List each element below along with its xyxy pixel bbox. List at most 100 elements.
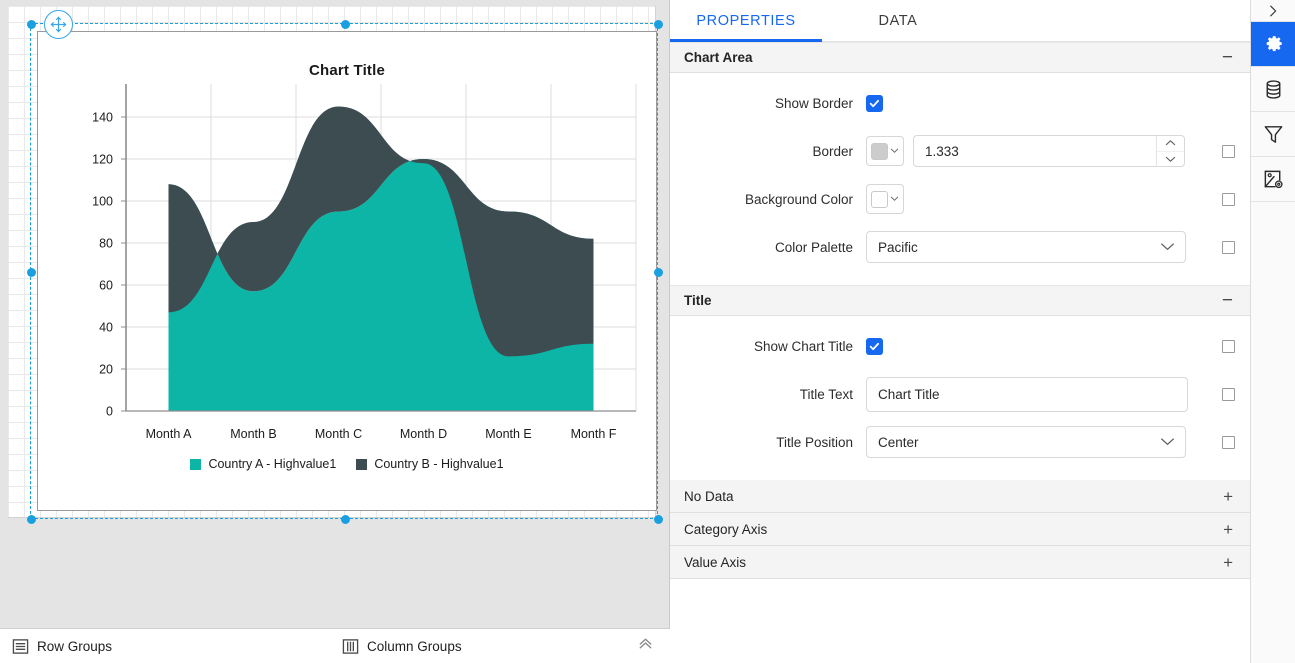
border-expression-checkbox[interactable] bbox=[1221, 144, 1235, 158]
title-text-input[interactable] bbox=[866, 376, 1188, 412]
rail-expand-button[interactable] bbox=[1251, 0, 1295, 22]
svg-text:40: 40 bbox=[99, 321, 113, 335]
move-handle[interactable] bbox=[44, 10, 73, 39]
background-color-picker[interactable] bbox=[866, 184, 904, 214]
double-chevron-up-icon bbox=[639, 638, 652, 649]
column-groups-icon bbox=[342, 638, 359, 654]
resize-handle-top-left[interactable] bbox=[27, 20, 36, 29]
tab-data[interactable]: DATA bbox=[822, 0, 974, 41]
resize-handle-top-center[interactable] bbox=[341, 20, 350, 29]
section-header-chart-area[interactable]: Chart Area − bbox=[670, 42, 1250, 73]
rail-image-settings-button[interactable] bbox=[1251, 157, 1295, 202]
column-groups-label: Column Groups bbox=[367, 638, 462, 654]
svg-text:Month B: Month B bbox=[230, 427, 277, 441]
legend-item[interactable]: Country B - Highvalue1 bbox=[356, 457, 504, 471]
tab-properties[interactable]: PROPERTIES bbox=[670, 0, 822, 42]
chevron-down-icon bbox=[1160, 435, 1175, 450]
svg-text:140: 140 bbox=[92, 111, 113, 125]
legend-item[interactable]: Country A - Highvalue1 bbox=[190, 457, 336, 471]
resize-handle-top-right[interactable] bbox=[654, 20, 663, 29]
title-position-label: Title Position bbox=[776, 434, 853, 450]
column-groups-button[interactable]: Column Groups bbox=[342, 638, 462, 655]
section-collapse-icon[interactable]: − bbox=[1222, 291, 1233, 310]
section-body-title: Show Chart Title Title Text Chart Title … bbox=[670, 316, 1250, 480]
spinner-up-button[interactable] bbox=[1157, 136, 1184, 151]
border-label: Border bbox=[812, 143, 853, 159]
prop-row-color-palette: Color Palette Pacific bbox=[670, 223, 1250, 271]
prop-row-border: Border bbox=[670, 127, 1250, 175]
image-settings-icon bbox=[1264, 170, 1283, 188]
show-chart-title-checkbox[interactable] bbox=[866, 337, 883, 355]
border-width-field[interactable] bbox=[913, 135, 1185, 167]
svg-text:120: 120 bbox=[92, 153, 113, 167]
section-title: Chart Area bbox=[684, 50, 753, 65]
svg-text:Month C: Month C bbox=[315, 427, 362, 441]
title-position-expression-checkbox[interactable] bbox=[1221, 435, 1235, 449]
rail-filter-button[interactable] bbox=[1251, 112, 1295, 157]
border-color-chip bbox=[871, 142, 888, 160]
rail-data-button[interactable] bbox=[1251, 67, 1295, 112]
row-groups-label: Row Groups bbox=[37, 638, 113, 654]
border-color-picker[interactable] bbox=[866, 136, 904, 166]
border-width-spinner bbox=[1156, 136, 1184, 166]
title-text-expression-checkbox[interactable] bbox=[1221, 387, 1235, 401]
chevron-down-icon bbox=[1165, 156, 1176, 162]
section-expand-icon[interactable]: + bbox=[1223, 521, 1233, 538]
section-header-category-axis[interactable]: Category Axis + bbox=[670, 513, 1250, 546]
show-chart-title-label: Show Chart Title bbox=[753, 338, 853, 354]
resize-handle-bottom-center[interactable] bbox=[341, 515, 350, 524]
section-title: No Data bbox=[684, 488, 734, 504]
section-title: Title bbox=[684, 293, 712, 308]
design-canvas[interactable]: Chart Title 0 20 40 60 80 100 120 140 Month A Mon… bbox=[0, 0, 670, 663]
section-header-value-axis[interactable]: Value Axis + bbox=[670, 546, 1250, 579]
properties-panel: PROPERTIES DATA Chart Area − Show Border bbox=[670, 0, 1250, 663]
spinner-down-button[interactable] bbox=[1157, 150, 1184, 167]
database-icon bbox=[1266, 79, 1280, 99]
prop-row-title-position: Title Position Center bbox=[670, 418, 1250, 466]
section-expand-icon[interactable]: + bbox=[1223, 488, 1233, 505]
chart-report-item[interactable]: Chart Title 0 20 40 60 80 100 120 140 Month A Mon… bbox=[37, 31, 657, 511]
filter-icon bbox=[1264, 125, 1282, 143]
svg-text:0: 0 bbox=[106, 405, 113, 419]
svg-text:80: 80 bbox=[99, 237, 113, 251]
resize-handle-bottom-left[interactable] bbox=[27, 515, 36, 524]
title-text-label: Title Text bbox=[799, 386, 853, 402]
section-body-chart-area: Show Border Border 1.333 Background Colo… bbox=[670, 73, 1250, 285]
show-chart-title-expression-checkbox[interactable] bbox=[1221, 339, 1235, 353]
section-title: Value Axis bbox=[684, 554, 747, 570]
show-border-checkbox[interactable] bbox=[866, 94, 883, 112]
chevron-up-icon bbox=[1165, 140, 1176, 146]
color-palette-label: Color Palette bbox=[774, 239, 853, 255]
prop-row-show-border: Show Border bbox=[670, 79, 1250, 127]
groups-bar: Row Groups Column Groups bbox=[0, 628, 670, 663]
resize-handle-middle-left[interactable] bbox=[27, 268, 36, 277]
move-cross-icon bbox=[50, 16, 67, 33]
section-collapse-icon[interactable]: − bbox=[1222, 48, 1233, 67]
collapse-groups-bar-button[interactable] bbox=[637, 635, 654, 657]
background-color-expression-checkbox[interactable] bbox=[1221, 192, 1235, 206]
chevron-down-icon bbox=[1160, 240, 1175, 255]
color-palette-expression-checkbox[interactable] bbox=[1221, 240, 1235, 254]
checkmark-icon bbox=[869, 342, 880, 350]
color-palette-select[interactable]: Pacific bbox=[866, 231, 1186, 263]
resize-handle-bottom-right[interactable] bbox=[654, 515, 663, 524]
title-position-value: Center bbox=[878, 434, 919, 450]
section-header-title[interactable]: Title − bbox=[670, 285, 1250, 316]
prop-row-title-text: Title Text bbox=[670, 370, 1250, 418]
svg-text:Month F: Month F bbox=[571, 427, 617, 441]
title-position-select[interactable]: Center bbox=[866, 426, 1186, 458]
color-palette-value: Pacific bbox=[878, 239, 918, 255]
chevron-down-icon bbox=[890, 194, 899, 205]
row-groups-button[interactable]: Row Groups bbox=[12, 638, 112, 655]
section-expand-icon[interactable]: + bbox=[1223, 554, 1233, 571]
background-color-chip bbox=[871, 190, 888, 208]
border-width-input[interactable] bbox=[914, 136, 1139, 166]
design-surface-grid[interactable]: Chart Title 0 20 40 60 80 100 120 140 Month A Mon… bbox=[8, 6, 663, 524]
chevron-right-icon bbox=[1270, 5, 1277, 16]
section-header-no-data[interactable]: No Data + bbox=[670, 480, 1250, 513]
svg-text:60: 60 bbox=[99, 279, 113, 293]
rail-properties-button[interactable] bbox=[1251, 22, 1295, 67]
background-color-label: Background Color bbox=[744, 191, 853, 207]
svg-text:20: 20 bbox=[99, 363, 113, 377]
chart-plot-area: 0 20 40 60 80 100 120 140 Month A Month B Month C M… bbox=[38, 32, 658, 512]
